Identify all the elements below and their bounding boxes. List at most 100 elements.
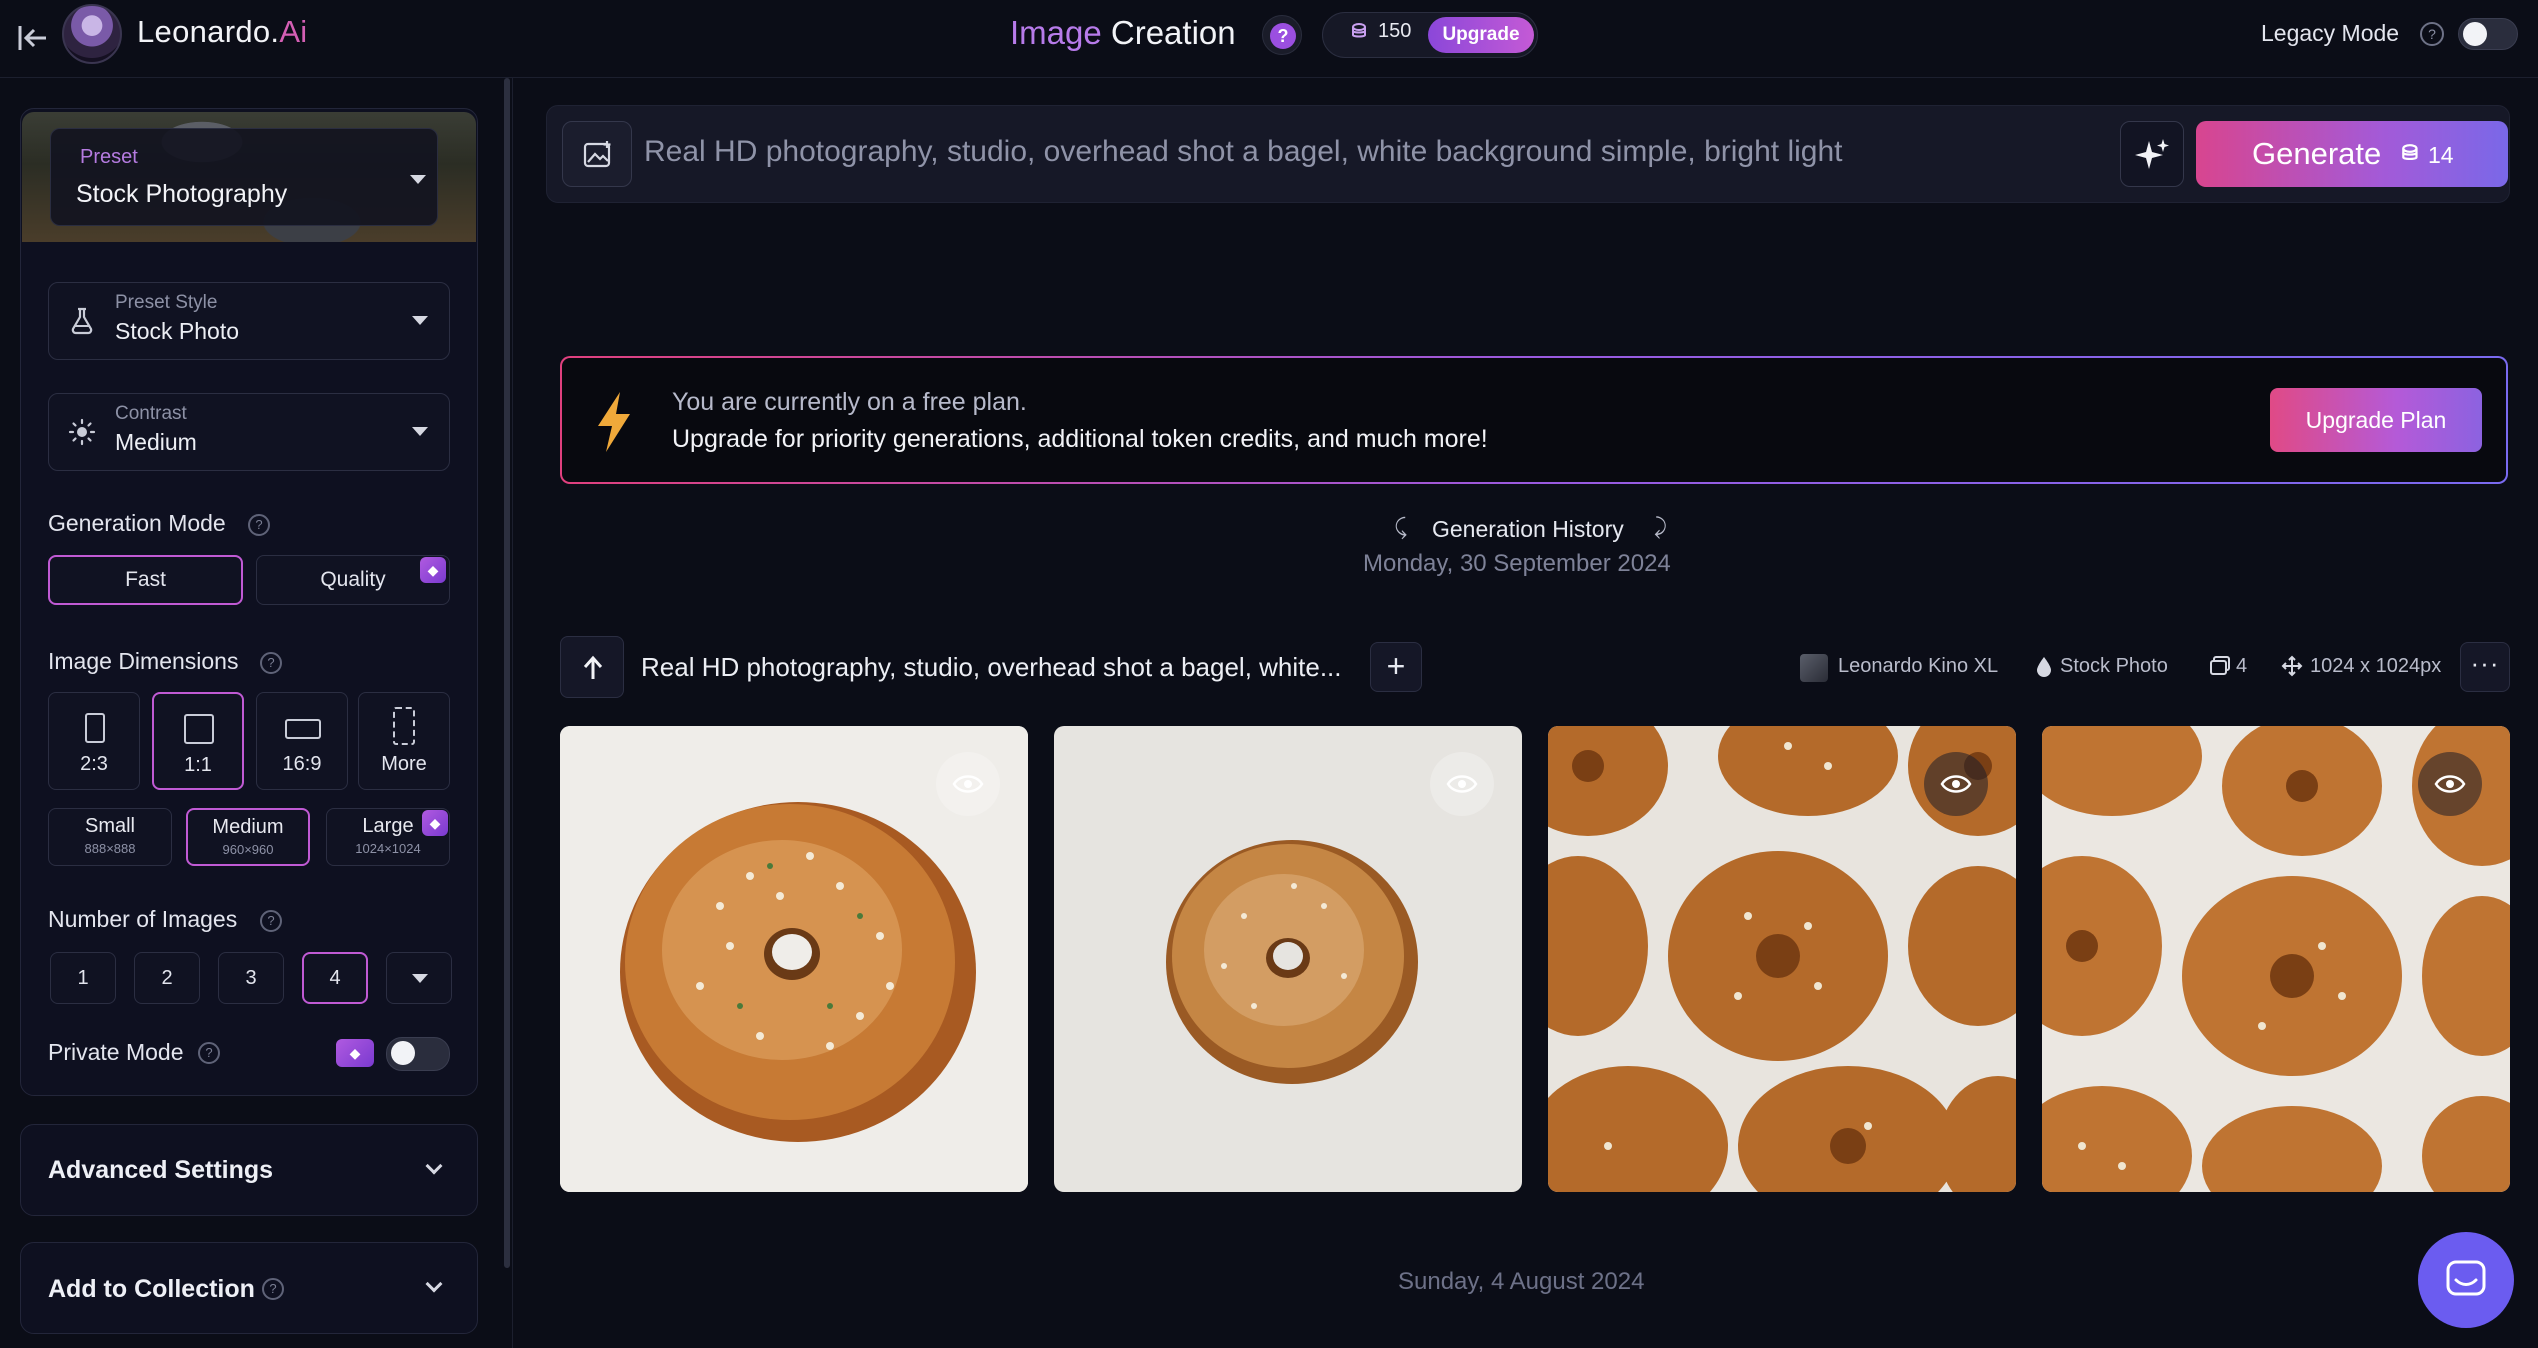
prompt-input[interactable]: Real HD photography, studio, overhead sh… — [644, 135, 1843, 169]
num-images-more[interactable] — [386, 952, 452, 1004]
number-of-images-label: Number of Images — [48, 906, 238, 932]
portrait-icon — [85, 713, 105, 743]
upgrade-plan-button[interactable]: Upgrade Plan — [2270, 388, 2482, 452]
free-plan-banner — [560, 356, 2508, 484]
token-count: 150 — [1378, 20, 1412, 42]
ratio-label: More — [381, 753, 427, 775]
gem-icon: ◆ — [336, 1039, 374, 1067]
preset-value: Stock Photography — [76, 180, 288, 208]
square-icon — [184, 714, 214, 744]
preset-dropdown[interactable] — [50, 128, 438, 226]
size-dims: 960×960 — [222, 842, 274, 857]
contrast-label: Contrast — [115, 403, 187, 424]
arrow-left-icon: ⤹ — [1394, 514, 1408, 539]
collapse-sidebar-icon[interactable] — [12, 18, 52, 58]
model-name: Leonardo Kino XL — [1838, 655, 1999, 677]
older-history-date: Sunday, 4 August 2024 — [1398, 1268, 1645, 1295]
chevron-down-icon — [412, 427, 428, 436]
preset-style-value: Stock Photo — [115, 318, 240, 344]
image-dimensions: 1024 x 1024px — [2310, 655, 2442, 677]
size-small-button[interactable]: Small 888×888 — [48, 808, 172, 866]
banner-line-1: You are currently on a free plan. — [672, 388, 1027, 416]
magic-sparkle-icon — [2135, 139, 2169, 169]
more-options-button[interactable]: ··· — [2460, 642, 2510, 692]
images-icon — [2210, 656, 2230, 675]
ratio-1-1-button[interactable]: 1:1 — [152, 692, 244, 790]
ratio-more-button[interactable]: More — [358, 692, 450, 790]
private-mode-toggle[interactable] — [386, 1037, 450, 1071]
view-image-button[interactable] — [936, 752, 1000, 816]
logo-avatar[interactable] — [62, 4, 122, 64]
coins-icon — [2402, 144, 2418, 161]
view-image-button[interactable] — [1924, 752, 1988, 816]
arrow-up-icon — [583, 655, 603, 679]
image-dimensions-label: Image Dimensions — [48, 648, 239, 674]
upgrade-button[interactable]: Upgrade — [1428, 17, 1534, 53]
generate-label: Generate — [2252, 136, 2382, 171]
page-title: Image Creation — [1010, 14, 1236, 51]
contrast-value: Medium — [115, 429, 197, 455]
num-images-4[interactable]: 4 — [302, 952, 368, 1004]
ratio-label: 2:3 — [80, 753, 108, 775]
num-images-1[interactable]: 1 — [50, 952, 116, 1004]
landscape-icon — [285, 719, 321, 739]
generated-image-1[interactable] — [560, 726, 1028, 1192]
view-image-button[interactable] — [1430, 752, 1494, 816]
preset-style-select[interactable] — [48, 282, 450, 360]
prompt-magic-button[interactable] — [2120, 121, 2184, 187]
coins-icon — [1352, 23, 1366, 38]
eye-icon — [1940, 775, 1972, 793]
history-date: Monday, 30 September 2024 — [1363, 550, 1671, 577]
sidebar-scrollbar[interactable] — [504, 78, 510, 1268]
generation-mode-label: Generation Mode — [48, 510, 226, 536]
chevron-down-icon — [412, 974, 428, 983]
size-dims: 888×888 — [84, 841, 136, 856]
image-prompt-button[interactable] — [562, 121, 632, 187]
add-to-collection-title: Add to Collection — [48, 1275, 255, 1303]
help-button[interactable]: ? — [1262, 15, 1302, 55]
generation-history-title: Generation History — [1432, 516, 1624, 542]
help-icon[interactable]: ? — [198, 1042, 220, 1064]
image-count: 4 — [2236, 655, 2248, 677]
reuse-prompt-button[interactable] — [560, 636, 624, 698]
model-thumbnail-icon — [1800, 654, 1828, 682]
brand-name[interactable]: Leonardo.Ai — [137, 14, 308, 50]
num-images-3[interactable]: 3 — [218, 952, 284, 1004]
contrast-select[interactable] — [48, 393, 450, 471]
move-arrows-icon — [2281, 655, 2303, 677]
chat-launcher-button[interactable] — [2418, 1232, 2514, 1328]
image-prompt-icon — [583, 141, 611, 168]
ratio-2-3-button[interactable]: 2:3 — [48, 692, 140, 790]
ratio-label: 16:9 — [282, 753, 322, 775]
toggle-knob — [2463, 22, 2487, 46]
ratio-label: 1:1 — [184, 754, 212, 776]
size-medium-button[interactable]: Medium 960×960 — [186, 808, 310, 866]
eye-icon — [952, 775, 984, 793]
bolt-icon — [598, 392, 630, 452]
legacy-mode-toggle[interactable] — [2458, 18, 2518, 50]
generation-mode-fast[interactable]: Fast — [48, 555, 243, 605]
generated-image-2[interactable] — [1054, 726, 1522, 1192]
help-icon[interactable]: ? — [260, 910, 282, 932]
help-icon[interactable]: ? — [262, 1278, 284, 1300]
add-prompt-button[interactable]: + — [1370, 642, 1422, 692]
generated-image-3[interactable] — [1548, 726, 2016, 1192]
private-mode-label: Private Mode — [48, 1039, 184, 1065]
banner-line-2: Upgrade for priority generations, additi… — [672, 425, 1488, 453]
style-name: Stock Photo — [2060, 655, 2168, 677]
generation-prompt: Real HD photography, studio, overhead sh… — [641, 652, 1342, 682]
gem-icon: ◆ — [422, 810, 448, 836]
ratio-16-9-button[interactable]: 16:9 — [256, 692, 348, 790]
num-images-2[interactable]: 2 — [134, 952, 200, 1004]
flask-icon — [71, 307, 93, 335]
eye-icon — [2434, 775, 2466, 793]
eye-icon — [1446, 775, 1478, 793]
help-icon[interactable]: ? — [260, 652, 282, 674]
help-icon[interactable]: ? — [248, 514, 270, 536]
view-image-button[interactable] — [2418, 752, 2482, 816]
chat-icon — [2446, 1260, 2486, 1296]
drop-icon — [2037, 657, 2051, 677]
legacy-help-icon[interactable]: ? — [2420, 22, 2444, 46]
generated-image-4[interactable] — [2042, 726, 2510, 1192]
legacy-mode-label: Legacy Mode — [2261, 20, 2400, 46]
